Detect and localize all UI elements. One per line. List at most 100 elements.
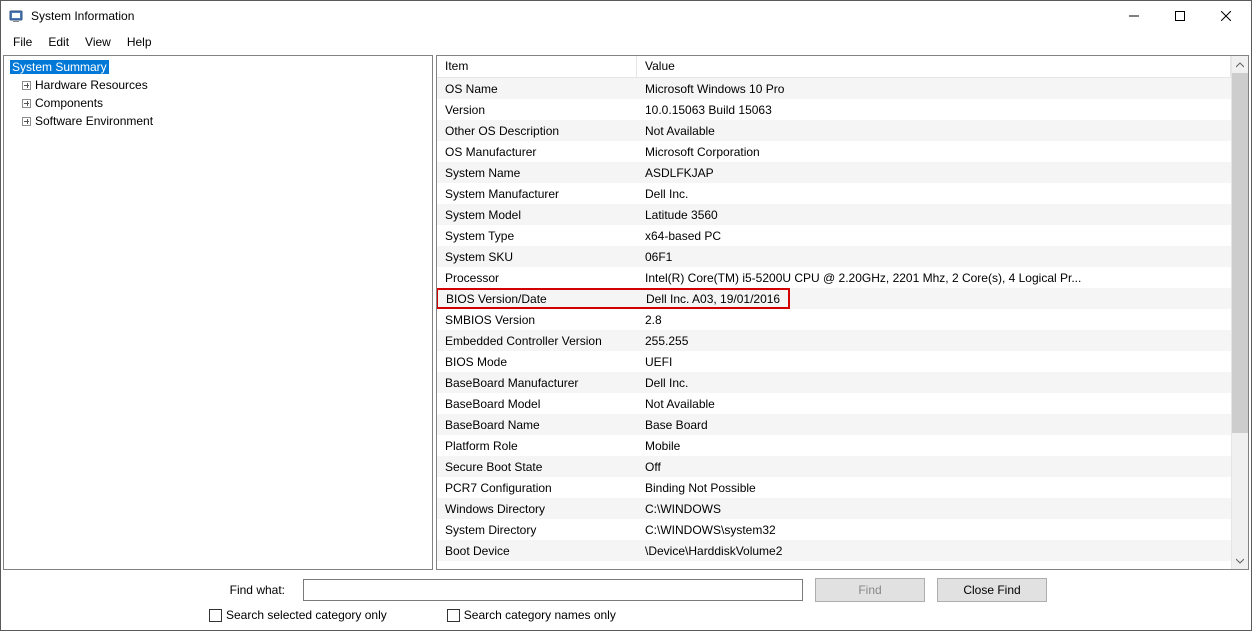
cell-item: Other OS Description bbox=[437, 124, 637, 138]
details-panel: Item Value OS NameMicrosoft Windows 10 P… bbox=[436, 55, 1249, 570]
cell-item: System Manufacturer bbox=[437, 187, 637, 201]
cell-value: Mobile bbox=[637, 439, 1231, 453]
window-title: System Information bbox=[31, 9, 1111, 23]
cell-item: PCR7 Configuration bbox=[437, 481, 637, 495]
category-tree[interactable]: System Summary Hardware Resources Compon… bbox=[3, 55, 433, 570]
table-row[interactable]: System NameASDLFKJAP bbox=[437, 162, 1231, 183]
table-row[interactable]: System DirectoryC:\WINDOWS\system32 bbox=[437, 519, 1231, 540]
tree-item-hardware-resources[interactable]: Hardware Resources bbox=[4, 76, 432, 94]
cell-value: Intel(R) Core(TM) i5-5200U CPU @ 2.20GHz… bbox=[637, 271, 1231, 285]
cell-value: Binding Not Possible bbox=[637, 481, 1231, 495]
table-row[interactable]: BaseBoard NameBase Board bbox=[437, 414, 1231, 435]
table-row[interactable]: System Typex64-based PC bbox=[437, 225, 1231, 246]
cell-item: Version bbox=[437, 103, 637, 117]
cell-value: 2.8 bbox=[637, 313, 1231, 327]
menu-edit[interactable]: Edit bbox=[40, 33, 77, 51]
cell-item: BaseBoard Manufacturer bbox=[437, 376, 637, 390]
menu-view[interactable]: View bbox=[77, 33, 119, 51]
scroll-down-icon[interactable] bbox=[1232, 552, 1248, 569]
cell-item: Secure Boot State bbox=[437, 460, 637, 474]
content-area: System Summary Hardware Resources Compon… bbox=[1, 53, 1251, 572]
details-grid[interactable]: Item Value OS NameMicrosoft Windows 10 P… bbox=[437, 56, 1231, 569]
column-item[interactable]: Item bbox=[437, 56, 637, 77]
scroll-thumb[interactable] bbox=[1232, 73, 1248, 433]
cell-item: System SKU bbox=[437, 250, 637, 264]
find-input[interactable] bbox=[303, 579, 803, 601]
menu-file[interactable]: File bbox=[5, 33, 40, 51]
cell-value: 255.255 bbox=[637, 334, 1231, 348]
tree-label: System Summary bbox=[10, 60, 109, 74]
system-information-window: System Information File Edit View Help S… bbox=[0, 0, 1252, 631]
scroll-up-icon[interactable] bbox=[1232, 56, 1248, 73]
table-row[interactable]: Embedded Controller Version255.255 bbox=[437, 330, 1231, 351]
cell-value: Not Available bbox=[637, 124, 1231, 138]
cell-item: OS Name bbox=[437, 82, 637, 96]
close-find-button[interactable]: Close Find bbox=[937, 578, 1047, 602]
cell-value: Off bbox=[637, 460, 1231, 474]
cell-value: UEFI bbox=[637, 355, 1231, 369]
table-row[interactable]: Boot Device\Device\HarddiskVolume2 bbox=[437, 540, 1231, 561]
tree-item-software-environment[interactable]: Software Environment bbox=[4, 112, 432, 130]
cell-value: C:\WINDOWS bbox=[637, 502, 1231, 516]
tree-label: Components bbox=[35, 96, 103, 110]
table-row[interactable]: Secure Boot StateOff bbox=[437, 456, 1231, 477]
cell-item: SMBIOS Version bbox=[437, 313, 637, 327]
app-icon bbox=[9, 8, 25, 24]
find-label: Find what: bbox=[11, 583, 291, 597]
table-row[interactable]: Other OS DescriptionNot Available bbox=[437, 120, 1231, 141]
cell-value: Dell Inc. A03, 19/01/2016 bbox=[638, 292, 788, 306]
table-row[interactable]: Windows DirectoryC:\WINDOWS bbox=[437, 498, 1231, 519]
cell-value: x64-based PC bbox=[637, 229, 1231, 243]
search-selected-checkbox[interactable]: Search selected category only bbox=[209, 608, 387, 622]
expand-icon[interactable] bbox=[22, 99, 31, 108]
table-row[interactable]: System SKU06F1 bbox=[437, 246, 1231, 267]
cell-item: BaseBoard Model bbox=[437, 397, 637, 411]
checkbox-label: Search category names only bbox=[464, 608, 616, 622]
titlebar: System Information bbox=[1, 1, 1251, 31]
cell-item: Platform Role bbox=[437, 439, 637, 453]
cell-value: Dell Inc. bbox=[637, 187, 1231, 201]
find-button[interactable]: Find bbox=[815, 578, 925, 602]
table-row[interactable]: SMBIOS Version2.8 bbox=[437, 309, 1231, 330]
table-row[interactable]: Platform RoleMobile bbox=[437, 435, 1231, 456]
cell-value: 06F1 bbox=[637, 250, 1231, 264]
table-row[interactable]: ProcessorIntel(R) Core(TM) i5-5200U CPU … bbox=[437, 267, 1231, 288]
minimize-button[interactable] bbox=[1111, 1, 1157, 31]
cell-value: Dell Inc. bbox=[637, 376, 1231, 390]
vertical-scrollbar[interactable] bbox=[1231, 56, 1248, 569]
table-row[interactable]: PCR7 ConfigurationBinding Not Possible bbox=[437, 477, 1231, 498]
cell-item: Windows Directory bbox=[437, 502, 637, 516]
tree-label: Software Environment bbox=[35, 114, 153, 128]
close-button[interactable] bbox=[1203, 1, 1249, 31]
expand-icon[interactable] bbox=[22, 81, 31, 90]
column-value[interactable]: Value bbox=[637, 56, 1231, 77]
tree-label: Hardware Resources bbox=[35, 78, 148, 92]
expand-icon[interactable] bbox=[22, 117, 31, 126]
cell-item: BIOS Mode bbox=[437, 355, 637, 369]
table-row[interactable]: BaseBoard ModelNot Available bbox=[437, 393, 1231, 414]
tree-root-system-summary[interactable]: System Summary bbox=[4, 58, 432, 76]
table-row[interactable]: OS NameMicrosoft Windows 10 Pro bbox=[437, 78, 1231, 99]
checkbox-icon bbox=[447, 609, 460, 622]
cell-value: ASDLFKJAP bbox=[637, 166, 1231, 180]
search-names-checkbox[interactable]: Search category names only bbox=[447, 608, 616, 622]
table-row[interactable]: System ManufacturerDell Inc. bbox=[437, 183, 1231, 204]
maximize-button[interactable] bbox=[1157, 1, 1203, 31]
cell-item: BaseBoard Name bbox=[437, 418, 637, 432]
cell-item: Embedded Controller Version bbox=[437, 334, 637, 348]
menubar: File Edit View Help bbox=[1, 31, 1251, 53]
window-controls bbox=[1111, 1, 1249, 31]
cell-item: Processor bbox=[437, 271, 637, 285]
table-row[interactable]: BIOS Version/DateDell Inc. A03, 19/01/20… bbox=[437, 288, 1231, 309]
cell-value: C:\WINDOWS\system32 bbox=[637, 523, 1231, 537]
tree-item-components[interactable]: Components bbox=[4, 94, 432, 112]
table-row[interactable]: BaseBoard ManufacturerDell Inc. bbox=[437, 372, 1231, 393]
table-row[interactable]: BIOS ModeUEFI bbox=[437, 351, 1231, 372]
table-row[interactable]: System ModelLatitude 3560 bbox=[437, 204, 1231, 225]
menu-help[interactable]: Help bbox=[119, 33, 160, 51]
table-row[interactable]: Version10.0.15063 Build 15063 bbox=[437, 99, 1231, 120]
table-row[interactable]: OS ManufacturerMicrosoft Corporation bbox=[437, 141, 1231, 162]
cell-value: \Device\HarddiskVolume2 bbox=[637, 544, 1231, 558]
cell-value: Microsoft Corporation bbox=[637, 145, 1231, 159]
cell-item: System Directory bbox=[437, 523, 637, 537]
